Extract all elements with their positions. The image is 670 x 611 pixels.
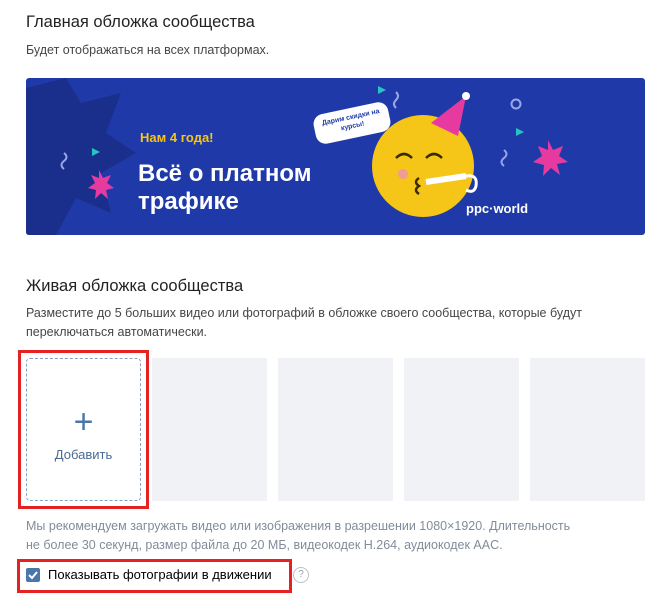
note-line2: не более 30 секунд, размер файла до 20 М… [26,537,503,552]
banner-headline: Всё о платном трафике [138,160,312,215]
highlight-frame-checkbox [17,559,292,593]
main-cover-title: Главная обложка сообщества [26,13,255,31]
highlight-frame-add [18,350,149,509]
help-icon[interactable]: ? [293,567,309,583]
live-cover-title: Живая обложка сообщества [26,277,244,295]
main-cover-description: Будет отображаться на всех платформах. [26,43,270,57]
main-cover-banner[interactable]: Дарим скидки на курсы! Нам 4 года! Всё о… [26,78,645,235]
live-cover-slot-4 [404,358,519,501]
live-cover-description-line2: переключаться автоматически. [26,325,208,339]
live-cover-slot-3 [278,358,393,501]
live-cover-slot-2 [152,358,267,501]
banner-brand-logo: ppc·world [466,201,529,216]
live-cover-slot-5 [530,358,645,501]
note-line1: Мы рекомендуем загружать видео или изобр… [26,519,571,533]
banner-badge: Нам 4 года! [140,130,214,145]
live-cover-description-line1: Разместите до 5 больших видео или фотогр… [26,306,582,320]
upload-recommendation: Мы рекомендуем загружать видео или изобр… [26,517,626,554]
